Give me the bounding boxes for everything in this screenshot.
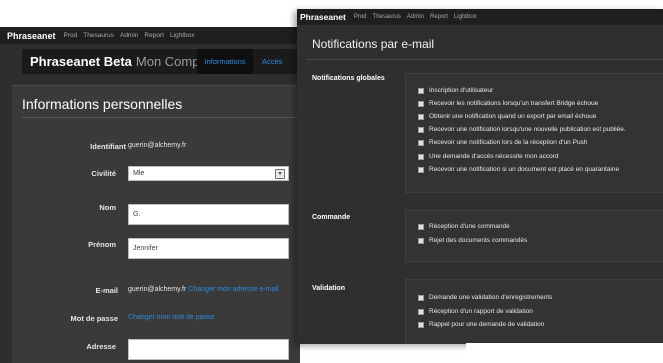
nav-thesaurus[interactable]: Thesaurus xyxy=(83,32,114,39)
checkbox-icon[interactable] xyxy=(418,100,424,107)
option-global-2[interactable]: Obtenir une notification quand un export… xyxy=(418,113,596,120)
prenom-value: Jennifer xyxy=(133,245,158,252)
option-label: Recevoir une notification si un document… xyxy=(429,166,620,173)
nav-admin[interactable]: Admin xyxy=(120,32,138,39)
password-label: Mot de passe xyxy=(70,314,118,323)
checkbox-icon[interactable] xyxy=(418,126,424,133)
brand-logo[interactable]: Phraseanet xyxy=(300,12,346,22)
divider xyxy=(306,59,663,60)
section-title: Informations personnelles xyxy=(22,96,183,112)
civilite-label: Civilité xyxy=(91,169,116,178)
page-title: Notifications par e-mail xyxy=(312,37,435,51)
nav-admin[interactable]: Admin xyxy=(407,14,424,20)
brand-logo[interactable]: Phraseanet xyxy=(7,31,56,41)
option-global-4[interactable]: Recevoir une notification lors de la réc… xyxy=(418,139,587,146)
option-label: Recevoir les notifications lorsqu'un tra… xyxy=(429,100,599,107)
option-commande-1[interactable]: Rejet des documents commandés xyxy=(418,237,527,244)
option-label: Demande une validation d'enregistrements xyxy=(429,294,553,301)
chevron-down-icon[interactable]: ▼ xyxy=(275,169,285,179)
adresse-label: Adresse xyxy=(86,342,116,351)
email-text: guerin@alchemy.fr xyxy=(128,286,187,293)
option-label: Une demande d'accès nécessite mon accord xyxy=(429,153,559,160)
civilite-selected: Mle xyxy=(133,170,145,177)
nav-prod[interactable]: Prod xyxy=(354,14,367,20)
checkbox-icon[interactable] xyxy=(418,153,424,160)
nom-input[interactable]: G. xyxy=(128,204,289,225)
app-title: Phraseanet Beta xyxy=(30,54,132,69)
prenom-input[interactable]: Jennifer xyxy=(128,238,289,259)
identifiant-value: guerin@alchemy.fr xyxy=(128,142,187,149)
option-global-3[interactable]: Recevoir une notification lorsqu'une nou… xyxy=(418,126,626,133)
option-label: Recevoir une notification lors de la réc… xyxy=(429,139,588,146)
option-global-0[interactable]: Inscription d'utilisateur xyxy=(418,87,493,94)
option-label: Réception d'une commande xyxy=(429,223,510,230)
tab-acces[interactable]: Accès xyxy=(262,49,282,74)
checkbox-icon[interactable] xyxy=(418,139,424,146)
account-title-bar: Phraseanet Beta Mon Compte Informations … xyxy=(22,49,300,74)
checkbox-icon[interactable] xyxy=(418,87,424,94)
adresse-input[interactable] xyxy=(128,339,289,360)
option-global-1[interactable]: Recevoir les notifications lorsqu'un tra… xyxy=(418,100,598,107)
nav-thesaurus[interactable]: Thesaurus xyxy=(373,14,401,20)
nav-lightbox[interactable]: Lightbox xyxy=(170,32,195,39)
option-validation-1[interactable]: Réception d'un rapport de validation xyxy=(418,308,533,315)
option-label: Inscription d'utilisateur xyxy=(429,87,494,94)
option-validation-2[interactable]: Rappel pour une demande de validation xyxy=(418,321,544,328)
checkbox-icon[interactable] xyxy=(418,294,424,301)
option-validation-0[interactable]: Demande une validation d'enregistrements xyxy=(418,294,552,301)
notif-top-nav: Phraseanet Prod Thesaurus Admin Report L… xyxy=(297,9,663,25)
checkbox-icon[interactable] xyxy=(418,308,424,315)
nom-value: G. xyxy=(133,211,141,218)
background-gap xyxy=(466,343,663,363)
email-value: guerin@alchemy.fr Changer mon adresse e-… xyxy=(128,286,279,293)
divider xyxy=(22,117,300,118)
nav-report[interactable]: Report xyxy=(430,14,448,20)
option-commande-0[interactable]: Réception d'une commande xyxy=(418,223,510,230)
section-label-validation: Validation xyxy=(312,285,346,292)
section-label-commande: Commande xyxy=(312,214,351,221)
identifiant-label: Identifiant xyxy=(90,142,126,151)
checkbox-icon[interactable] xyxy=(418,113,424,120)
option-label: Obtenir une notification quand un export… xyxy=(429,113,597,120)
section-box-commande xyxy=(405,210,663,262)
section-label-global: Notifications globales xyxy=(312,75,385,82)
checkbox-icon[interactable] xyxy=(418,237,424,244)
change-password-link[interactable]: Changer mon mot de passe xyxy=(128,314,214,321)
change-email-link[interactable]: Changer mon adresse e-mail xyxy=(188,286,278,293)
email-label: E-mail xyxy=(95,286,118,295)
tab-informations[interactable]: Informations xyxy=(197,49,253,74)
personal-info-panel: Informations personnelles Identifiant gu… xyxy=(12,85,300,363)
nav-lightbox[interactable]: Lightbox xyxy=(454,14,477,20)
option-label: Réception d'un rapport de validation xyxy=(429,308,533,315)
option-label: Rappel pour une demande de validation xyxy=(429,321,545,328)
option-global-6[interactable]: Recevoir une notification si un document… xyxy=(418,166,619,173)
checkbox-icon[interactable] xyxy=(418,321,424,328)
nom-label: Nom xyxy=(99,203,116,212)
account-top-nav: Phraseanet Prod Thesaurus Admin Report L… xyxy=(0,27,300,44)
prenom-label: Prénom xyxy=(88,240,116,249)
nav-prod[interactable]: Prod xyxy=(64,32,78,39)
checkbox-icon[interactable] xyxy=(418,166,424,173)
option-label: Recevoir une notification lorsqu'une nou… xyxy=(429,126,626,133)
nav-report[interactable]: Report xyxy=(144,32,164,39)
checkbox-icon[interactable] xyxy=(418,223,424,230)
notifications-window: Phraseanet Prod Thesaurus Admin Report L… xyxy=(297,9,663,344)
account-window: Phraseanet Prod Thesaurus Admin Report L… xyxy=(0,27,300,363)
option-label: Rejet des documents commandés xyxy=(429,237,528,244)
option-global-5[interactable]: Une demande d'accès nécessite mon accord xyxy=(418,153,559,160)
civilite-select[interactable]: Mle ▼ xyxy=(128,166,289,181)
